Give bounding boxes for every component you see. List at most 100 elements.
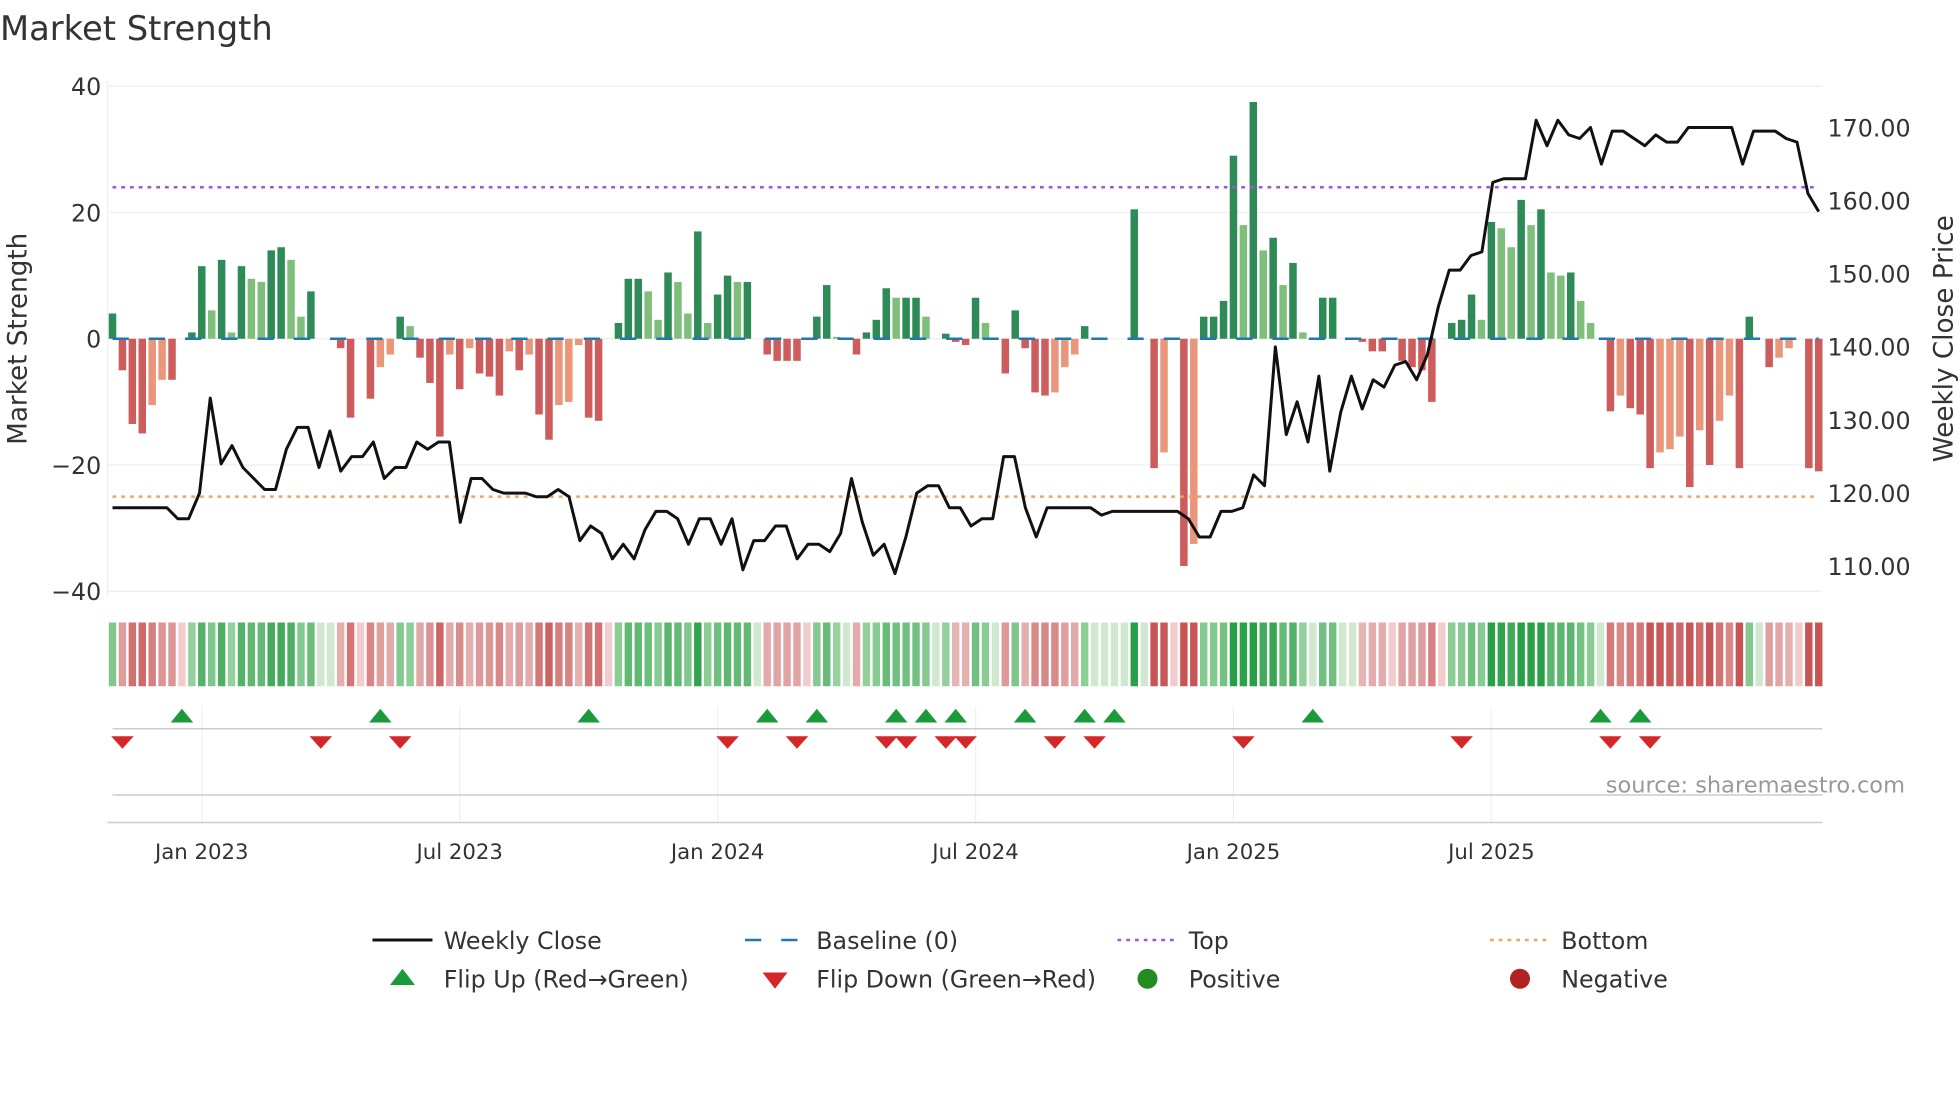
strip-cell [1061, 622, 1069, 687]
flip-down-marker [954, 736, 977, 749]
strength-bar [1199, 316, 1208, 339]
strip-cell [634, 622, 642, 687]
strip-cell [1666, 622, 1674, 687]
y2-tick-label: 130.00 [1828, 407, 1911, 435]
strength-bar [882, 288, 891, 339]
legend-flip-up-icon [390, 968, 415, 985]
strength-bar [1785, 338, 1793, 349]
strip-cell [1249, 622, 1258, 687]
strip-cell [1199, 622, 1208, 687]
y-tick-label: −20 [51, 452, 101, 480]
flip-down-marker [934, 736, 958, 749]
strength-bar [198, 266, 206, 339]
y2-tick-label: 120.00 [1828, 480, 1911, 508]
strength-bar [1318, 297, 1327, 339]
strength-bar [297, 316, 305, 339]
strength-bar [1775, 338, 1783, 358]
flip-down-marker [1599, 736, 1622, 749]
strength-bar [1477, 319, 1486, 339]
strength-bar [1011, 310, 1019, 339]
strength-bar [703, 322, 712, 339]
strength-bar [1279, 285, 1287, 339]
legend-label: Top [1188, 927, 1229, 955]
strip-cell [148, 622, 156, 687]
strength-bar [822, 285, 831, 339]
flip-up-marker [577, 708, 600, 723]
strength-bar [1725, 338, 1734, 396]
strip-cell [1229, 622, 1238, 687]
strip-cell [1368, 622, 1377, 687]
strip-cell [1130, 622, 1138, 687]
flip-up-marker [755, 708, 779, 723]
y2-tick-label: 160.00 [1828, 187, 1911, 215]
strip-cell [267, 622, 275, 687]
strip-cell [1150, 622, 1158, 687]
strength-bar [1676, 338, 1684, 437]
strength-bar [1735, 338, 1744, 469]
strip-cell [703, 622, 712, 687]
strip-cell [1527, 622, 1535, 687]
strength-bar [694, 231, 702, 339]
strength-bar [594, 338, 603, 421]
strength-bar [376, 338, 385, 368]
strip-cell [1090, 622, 1099, 687]
strength-bar [505, 338, 514, 352]
strip-cell [684, 622, 692, 687]
strip-cell [386, 622, 394, 687]
legend: Weekly Close Baseline (0) Top Bottom Flip Up… [372, 927, 1668, 994]
strength-bar [1695, 338, 1704, 431]
strength-bar [1269, 237, 1277, 339]
strip-cell [1636, 622, 1644, 687]
strength-bar [1021, 338, 1029, 349]
strength-bar [892, 297, 900, 339]
strip-cell [832, 622, 841, 687]
strip-cell [1338, 622, 1347, 687]
strip-cell [1209, 622, 1218, 687]
strip-cell [1815, 622, 1823, 687]
legend-flip-down-icon [762, 972, 788, 989]
strip-cell [128, 622, 137, 687]
strength-bar [1626, 338, 1635, 409]
flip-up-marker [369, 708, 392, 723]
strip-cell [1805, 622, 1813, 687]
strip-cell [1388, 622, 1396, 687]
strip-cell [575, 622, 583, 687]
strength-bar [644, 291, 652, 339]
strip-cell [1626, 622, 1634, 687]
flip-down-marker [1638, 736, 1662, 749]
strip-cell [118, 622, 127, 687]
strength-bar [247, 278, 256, 339]
strip-cell [852, 622, 861, 687]
strength-bar [495, 338, 504, 396]
strength-bar [1378, 338, 1387, 352]
strength-bar [118, 338, 127, 371]
y-tick-label: 20 [71, 199, 101, 227]
legend-label: Negative [1561, 966, 1668, 994]
strip-cell [1567, 622, 1575, 687]
strength-bar [1398, 338, 1406, 361]
strength-bar [793, 338, 801, 361]
flip-up-marker [1628, 708, 1652, 723]
strip-cell [674, 622, 682, 687]
strength-bar [1467, 294, 1476, 339]
strength-bar [624, 278, 633, 339]
strip-cell [1676, 622, 1684, 687]
flip-down-marker [1232, 736, 1255, 749]
strength-bar [1805, 338, 1813, 469]
strength-bar [148, 338, 156, 406]
flip-up-marker [914, 708, 938, 723]
strength-bar [1765, 338, 1773, 368]
strength-bar [862, 332, 871, 339]
strength-bar [654, 319, 662, 339]
y-tick-label: −40 [51, 578, 101, 606]
strip-cell [217, 622, 226, 687]
strip-cell [1180, 622, 1188, 687]
strength-bar [446, 338, 454, 355]
strip-cell [505, 622, 514, 687]
strength-heat-strip [108, 622, 1823, 687]
strip-cell [1001, 622, 1010, 687]
market-strength-chart: Market Strength Market Strength Weekly C… [0, 9, 1960, 994]
legend-negative-icon [1510, 968, 1530, 989]
strength-bar [366, 338, 375, 399]
strength-bar [277, 247, 285, 339]
